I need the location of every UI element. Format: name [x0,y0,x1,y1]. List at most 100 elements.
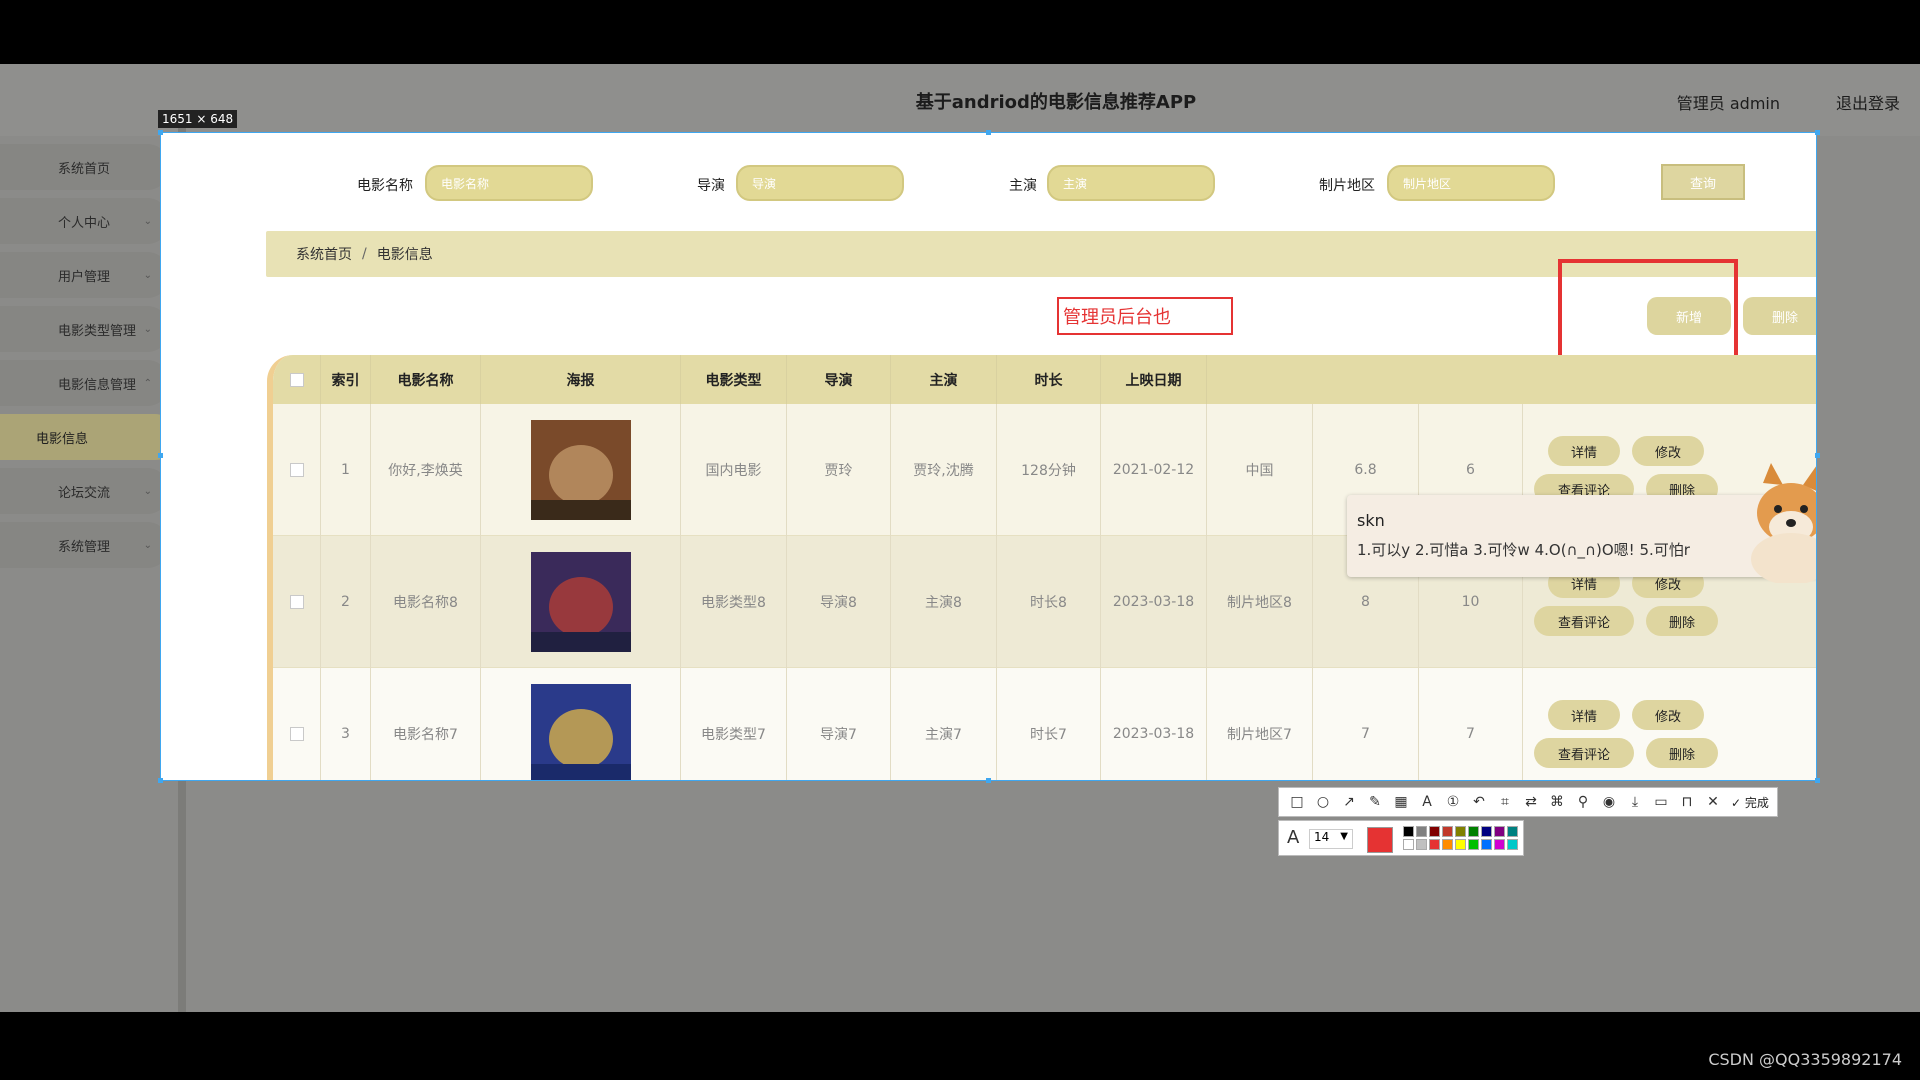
color-swatch[interactable] [1455,826,1466,837]
sidebar-item-system[interactable]: 系统管理 ⌄ [0,522,170,568]
chevron-down-icon: ⌄ [143,539,152,551]
add-button[interactable]: 新增 [1647,297,1731,335]
ocr-icon[interactable]: ⌘ [1547,792,1567,812]
color-swatch[interactable] [1481,826,1492,837]
close-icon[interactable]: ✕ [1703,792,1723,812]
color-swatch[interactable] [1507,839,1518,850]
batch-delete-button[interactable]: 删除 [1743,297,1816,335]
color-swatch[interactable] [1403,839,1414,850]
row-select-cell [273,536,321,668]
row-checkbox[interactable] [289,595,304,609]
edit-button[interactable]: 修改 [1632,436,1704,466]
delete-button[interactable]: 删除 [1646,606,1718,636]
arrow-icon[interactable]: ↗ [1339,792,1359,812]
search-region-input[interactable]: 制片地区 [1387,165,1555,201]
sidebar-item-label: 电影信息管理 [58,377,137,393]
detail-button[interactable]: 详情 [1548,700,1620,730]
rectangle-icon[interactable]: □ [1287,792,1307,812]
download-icon[interactable]: ⤓ [1625,792,1645,812]
movie-poster[interactable] [530,420,631,520]
ellipse-icon[interactable]: ○ [1313,792,1333,812]
color-swatch[interactable] [1416,826,1427,837]
color-swatch[interactable] [1442,826,1453,837]
select-all-checkbox[interactable] [289,372,304,387]
save-icon[interactable]: ▭ [1651,792,1671,812]
color-swatch[interactable] [1468,826,1479,837]
cell-director: 导演7 [787,668,891,780]
chevron-up-icon: ⌃ [143,377,152,389]
resize-handle[interactable] [986,130,991,135]
detail-button[interactable]: 详情 [1548,436,1620,466]
sidebar-item-movie-info[interactable]: 电影信息 [0,414,178,460]
delete-button[interactable]: 删除 [1646,738,1718,768]
color-swatch[interactable] [1494,826,1505,837]
movie-poster[interactable] [530,684,631,781]
breadcrumb-home[interactable]: 系统首页 [296,244,352,264]
sidebar-item-users[interactable]: 用户管理 ⌄ [0,252,170,298]
chevron-down-icon: ⌄ [143,485,152,497]
resize-handle[interactable] [986,778,991,783]
undo-icon[interactable]: ↶ [1469,792,1489,812]
search-region-label: 制片地区 [1319,178,1375,194]
done-button[interactable]: ✓ 完成 [1731,794,1769,811]
table-row: 3 电影名称7 电影类型7 导演7 主演7 时长7 2023-03-18 制片地区7 7 7 详情修… [273,668,1816,781]
resize-handle[interactable] [1815,453,1820,458]
record-icon[interactable]: ◉ [1599,792,1619,812]
view-comments-button[interactable]: 查看评论 [1534,738,1634,768]
translate-icon[interactable]: ⇄ [1521,792,1541,812]
cell-index: 3 [321,668,371,780]
sidebar-item-movie-info-manage[interactable]: 电影信息管理 ⌃ [0,360,170,406]
sidebar-item-movie-types[interactable]: 电影类型管理 ⌄ [0,306,170,352]
text-icon[interactable]: A [1417,792,1437,812]
color-swatch[interactable] [1494,839,1505,850]
movie-poster[interactable] [530,552,631,652]
logout-link[interactable]: 退出登录 [1836,90,1900,114]
current-color-swatch[interactable] [1367,827,1393,853]
resize-handle[interactable] [158,778,163,783]
cell-director: 导演8 [787,536,891,668]
pin-icon[interactable]: ⚲ [1573,792,1593,812]
color-swatch[interactable] [1442,839,1453,850]
resize-handle[interactable] [1815,778,1820,783]
sidebar-item-forum[interactable]: 论坛交流 ⌄ [0,468,170,514]
font-size-select[interactable]: 14 ▼ [1309,829,1353,849]
search-actor-input[interactable]: 主演 [1047,165,1215,201]
table-header: 索引 电影名称 海报 电影类型 导演 主演 时长 上映日期 [273,355,1816,404]
row-checkbox[interactable] [289,463,304,477]
cell-type: 电影类型8 [681,536,787,668]
capture-selection[interactable]: 电影名称 电影名称 导演 导演 主演 主演 制片地区 制片地区 查询 系统首页 … [160,132,1817,781]
annotation-text-box[interactable]: 管理员后台也 [1057,297,1233,335]
pencil-icon[interactable]: ✎ [1365,792,1385,812]
action-row: 详情 修改 [1548,436,1704,466]
crop-icon[interactable]: ⌗ [1495,792,1515,812]
color-swatch[interactable] [1481,839,1492,850]
mosaic-icon[interactable]: ▦ [1391,792,1411,812]
view-comments-button[interactable]: 查看评论 [1534,606,1634,636]
search-name-input[interactable]: 电影名称 [425,165,593,201]
color-swatch[interactable] [1468,839,1479,850]
sidebar: 系统首页 个人中心 ⌄ 用户管理 ⌄ 电影类型管理 ⌄ 电影信息管理 ⌃ 电影信息 论坛… [0,128,178,1012]
search-director-input[interactable]: 导演 [736,165,904,201]
sidebar-item-profile[interactable]: 个人中心 ⌄ [0,198,170,244]
color-swatch[interactable] [1403,826,1414,837]
search-name-label: 电影名称 [357,178,413,194]
color-swatch[interactable] [1507,826,1518,837]
cell-duration: 128分钟 [997,404,1101,536]
ime-candidates[interactable]: 1.可以y 2.可惜a 3.可怜w 4.O(∩_∩)O嗯! 5.可怕r [1357,539,1690,560]
sidebar-item-home[interactable]: 系统首页 [0,144,170,190]
action-row: 详情 修改 [1548,700,1704,730]
color-swatch[interactable] [1429,826,1440,837]
color-swatch[interactable] [1416,839,1427,850]
color-swatch[interactable] [1455,839,1466,850]
resize-handle[interactable] [158,130,163,135]
bookmark-icon[interactable]: ⊓ [1677,792,1697,812]
row-checkbox[interactable] [289,727,304,741]
query-button[interactable]: 查询 [1661,164,1745,200]
color-swatch[interactable] [1429,839,1440,850]
edit-button[interactable]: 修改 [1632,700,1704,730]
sidebar-item-label: 论坛交流 [58,485,111,501]
number-icon[interactable]: ① [1443,792,1463,812]
sidebar-item-label: 电影信息 [36,431,89,447]
resize-handle[interactable] [1815,130,1820,135]
resize-handle[interactable] [158,453,163,458]
